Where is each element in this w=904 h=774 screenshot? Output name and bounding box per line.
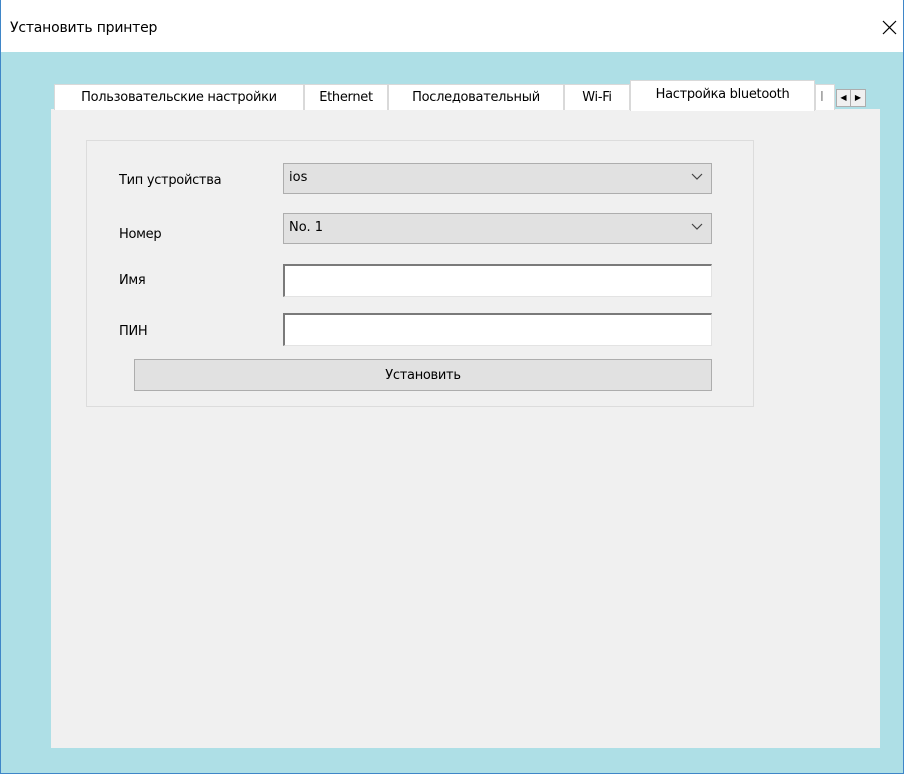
device-type-select[interactable]: ios xyxy=(283,163,712,194)
tab-overflow[interactable]: I xyxy=(815,84,835,110)
pin-field-frame xyxy=(283,313,712,346)
pin-input[interactable] xyxy=(285,315,711,345)
tab-label: Ethernet xyxy=(319,90,373,105)
tab-scroll-left-button[interactable]: ◀ xyxy=(836,89,851,107)
tab-label: Пользовательские настройки xyxy=(81,90,277,105)
pin-label: ПИН xyxy=(119,324,148,339)
tab-strip: Пользовательские настройки Ethernet Посл… xyxy=(54,80,866,111)
close-icon xyxy=(882,20,897,35)
title-bar: Установить принтер xyxy=(1,0,903,52)
number-select[interactable]: No. 1 xyxy=(283,213,712,244)
install-button[interactable]: Установить xyxy=(134,359,712,391)
tab-custom-settings[interactable]: Пользовательские настройки xyxy=(54,84,304,110)
tab-label: I xyxy=(820,90,824,105)
tab-ethernet[interactable]: Ethernet xyxy=(304,84,388,110)
tab-scroll-buttons: ◀ ▶ xyxy=(836,89,866,107)
tab-label: Wi-Fi xyxy=(582,90,612,105)
name-label: Имя xyxy=(119,273,146,288)
tab-label: Настройка bluetooth xyxy=(655,87,790,102)
chevron-down-icon xyxy=(691,173,703,180)
device-type-label: Тип устройства xyxy=(119,173,222,188)
tab-serial[interactable]: Последовательный xyxy=(388,84,564,110)
device-type-value: ios xyxy=(289,170,308,185)
name-input[interactable] xyxy=(285,266,711,296)
window-title: Установить принтер xyxy=(10,20,158,36)
close-button[interactable] xyxy=(875,14,903,42)
scroll-left-arrow-icon: ◀ xyxy=(840,93,847,102)
number-value: No. 1 xyxy=(289,220,323,235)
number-label: Номер xyxy=(119,227,162,242)
name-field-frame xyxy=(283,264,712,297)
scroll-right-arrow-icon: ▶ xyxy=(854,93,862,102)
chevron-down-icon xyxy=(691,223,703,230)
tab-scroll-right-button[interactable]: ▶ xyxy=(851,89,866,107)
tab-bluetooth-settings[interactable]: Настройка bluetooth xyxy=(630,80,815,111)
tab-label: Последовательный xyxy=(412,90,540,105)
tab-wifi[interactable]: Wi-Fi xyxy=(564,84,630,110)
